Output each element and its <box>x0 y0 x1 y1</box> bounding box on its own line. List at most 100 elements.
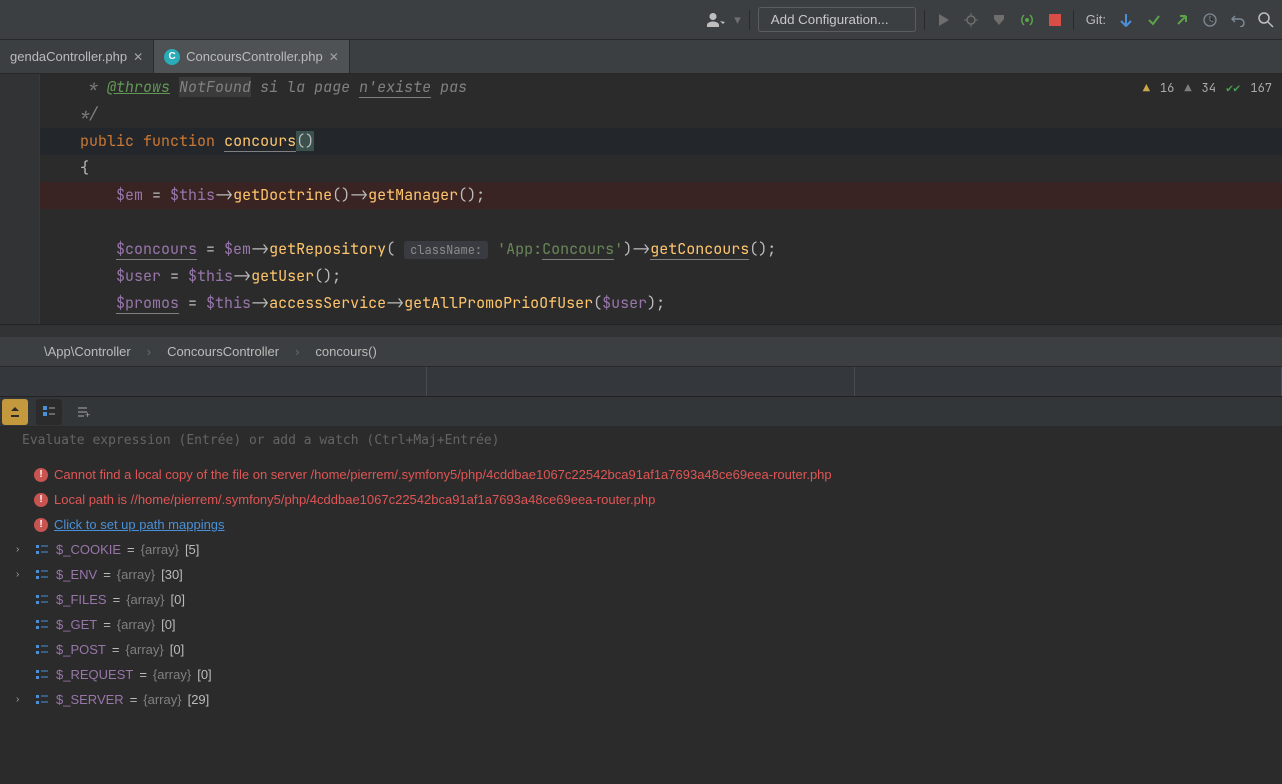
variable-name: $_FILES <box>56 592 107 607</box>
equals: = <box>103 617 111 632</box>
code-line <box>40 209 1282 236</box>
variable-type: {array} <box>117 617 155 632</box>
error-count: 16 <box>1160 80 1174 96</box>
stop-icon[interactable] <box>1045 10 1065 30</box>
breadcrumb-item[interactable]: ConcoursController <box>167 344 279 359</box>
run-icon[interactable] <box>933 10 953 30</box>
expand-arrow-icon[interactable]: › <box>16 569 28 580</box>
debug-link[interactable]: ! Click to set up path mappings <box>0 512 1282 537</box>
variable-name: $_GET <box>56 617 97 632</box>
variable-name: $_ENV <box>56 567 97 582</box>
variable-type: {array} <box>143 692 181 707</box>
breadcrumb-item[interactable]: concours() <box>315 344 376 359</box>
evaluate-input[interactable]: Evaluate expression (Entrée) or add a wa… <box>0 426 1282 454</box>
breadcrumb-item[interactable]: \App\Controller <box>44 344 131 359</box>
coverage-icon[interactable] <box>989 10 1009 30</box>
listen-icon[interactable] <box>1017 10 1037 30</box>
debug-icon[interactable] <box>961 10 981 30</box>
horizontal-scrollbar[interactable] <box>0 324 1282 336</box>
rollback-icon[interactable] <box>1228 10 1248 30</box>
variable-row[interactable]: ›$_SERVER = {array} [29] <box>0 687 1282 712</box>
run-config-button[interactable]: Add Configuration... <box>758 7 916 32</box>
equals: = <box>113 592 121 607</box>
expand-arrow-icon[interactable]: › <box>16 694 28 705</box>
variables-view-icon[interactable] <box>36 399 62 425</box>
debug-frames-strip[interactable] <box>0 366 1282 396</box>
code-line: */ <box>40 101 1282 128</box>
step-out-icon[interactable] <box>2 399 28 425</box>
debug-toolbar: + <box>0 396 1282 426</box>
equals: = <box>139 667 147 682</box>
array-icon <box>34 592 50 608</box>
code-line-breakpoint: $em = $this->getDoctrine()->getManager()… <box>40 182 1282 209</box>
frame-cell[interactable] <box>855 367 1282 396</box>
error-text: Cannot find a local copy of the file on … <box>54 467 832 482</box>
variable-count: [0] <box>161 617 175 632</box>
weak-warning-icon: ▲ <box>1184 80 1191 96</box>
frame-cell[interactable] <box>427 367 854 396</box>
variable-count: [0] <box>171 592 185 607</box>
inspection-widget[interactable]: ▲16 ▲34 ✔✔167 <box>1143 80 1272 96</box>
debug-message: ! Cannot find a local copy of the file o… <box>0 462 1282 487</box>
variable-count: [29] <box>188 692 210 707</box>
php-file-icon: C <box>164 49 180 65</box>
tab-label: gendaController.php <box>10 49 127 64</box>
code-line: $concours = $em->getRepository( classNam… <box>40 236 1282 263</box>
array-icon <box>34 567 50 583</box>
array-icon <box>34 667 50 683</box>
tab-label: ConcoursController.php <box>186 49 323 64</box>
variable-row[interactable]: ›$_COOKIE = {array} [5] <box>0 537 1282 562</box>
debug-message: ! Local path is //home/pierrem/.symfony5… <box>0 487 1282 512</box>
error-icon: ! <box>34 518 48 532</box>
variable-name: $_COOKIE <box>56 542 121 557</box>
search-icon[interactable] <box>1256 10 1276 30</box>
pass-count: 167 <box>1250 80 1272 96</box>
code-line: * @throws NotFound si la page n'existe p… <box>40 74 1282 101</box>
variable-count: [30] <box>161 567 183 582</box>
tab-concourscontroller[interactable]: C ConcoursController.php ✕ <box>154 40 350 73</box>
frame-cell[interactable] <box>0 367 427 396</box>
variable-row[interactable]: ›$_ENV = {array} [30] <box>0 562 1282 587</box>
equals: = <box>130 692 138 707</box>
checkmark-icon: ✔✔ <box>1226 80 1240 96</box>
variable-count: [5] <box>185 542 199 557</box>
variable-row[interactable]: $_REQUEST = {array} [0] <box>0 662 1282 687</box>
array-icon <box>34 642 50 658</box>
variable-row[interactable]: $_GET = {array} [0] <box>0 612 1282 637</box>
add-watch-icon[interactable]: + <box>70 399 96 425</box>
close-icon[interactable]: ✕ <box>329 50 339 64</box>
variable-type: {array} <box>141 542 179 557</box>
variable-type: {array} <box>125 642 163 657</box>
variable-type: {array} <box>153 667 191 682</box>
variable-row[interactable]: $_POST = {array} [0] <box>0 637 1282 662</box>
variable-count: [0] <box>170 642 184 657</box>
variable-name: $_REQUEST <box>56 667 133 682</box>
variables-panel: ! Cannot find a local copy of the file o… <box>0 454 1282 736</box>
editor-tabs: gendaController.php ✕ C ConcoursControll… <box>0 40 1282 74</box>
error-text: Local path is //home/pierrem/.symfony5/p… <box>54 492 655 507</box>
variable-type: {array} <box>126 592 164 607</box>
chevron-right-icon: › <box>295 344 299 359</box>
editor-gutter <box>0 74 40 324</box>
warning-icon: ▲ <box>1143 80 1150 96</box>
error-icon: ! <box>34 468 48 482</box>
expand-arrow-icon[interactable]: › <box>16 544 28 555</box>
chevron-right-icon: › <box>147 344 151 359</box>
code-line: $promos = $this->accessService->getAllPr… <box>40 290 1282 317</box>
git-commit-icon[interactable] <box>1144 10 1164 30</box>
equals: = <box>112 642 120 657</box>
git-pull-icon[interactable] <box>1116 10 1136 30</box>
code-editor[interactable]: ▲16 ▲34 ✔✔167 * @throws NotFound si la p… <box>0 74 1282 324</box>
close-icon[interactable]: ✕ <box>133 50 143 64</box>
git-push-icon[interactable] <box>1172 10 1192 30</box>
variable-type: {array} <box>117 567 155 582</box>
tab-agendacontroller[interactable]: gendaController.php ✕ <box>0 40 154 73</box>
path-mappings-link[interactable]: Click to set up path mappings <box>54 517 225 532</box>
code-line: public function concours() <box>40 128 1282 155</box>
user-icon[interactable] <box>706 10 726 30</box>
history-icon[interactable] <box>1200 10 1220 30</box>
breadcrumb: \App\Controller › ConcoursController › c… <box>0 336 1282 366</box>
eval-placeholder: Evaluate expression (Entrée) or add a wa… <box>22 433 499 448</box>
variable-row[interactable]: $_FILES = {array} [0] <box>0 587 1282 612</box>
array-icon <box>34 542 50 558</box>
